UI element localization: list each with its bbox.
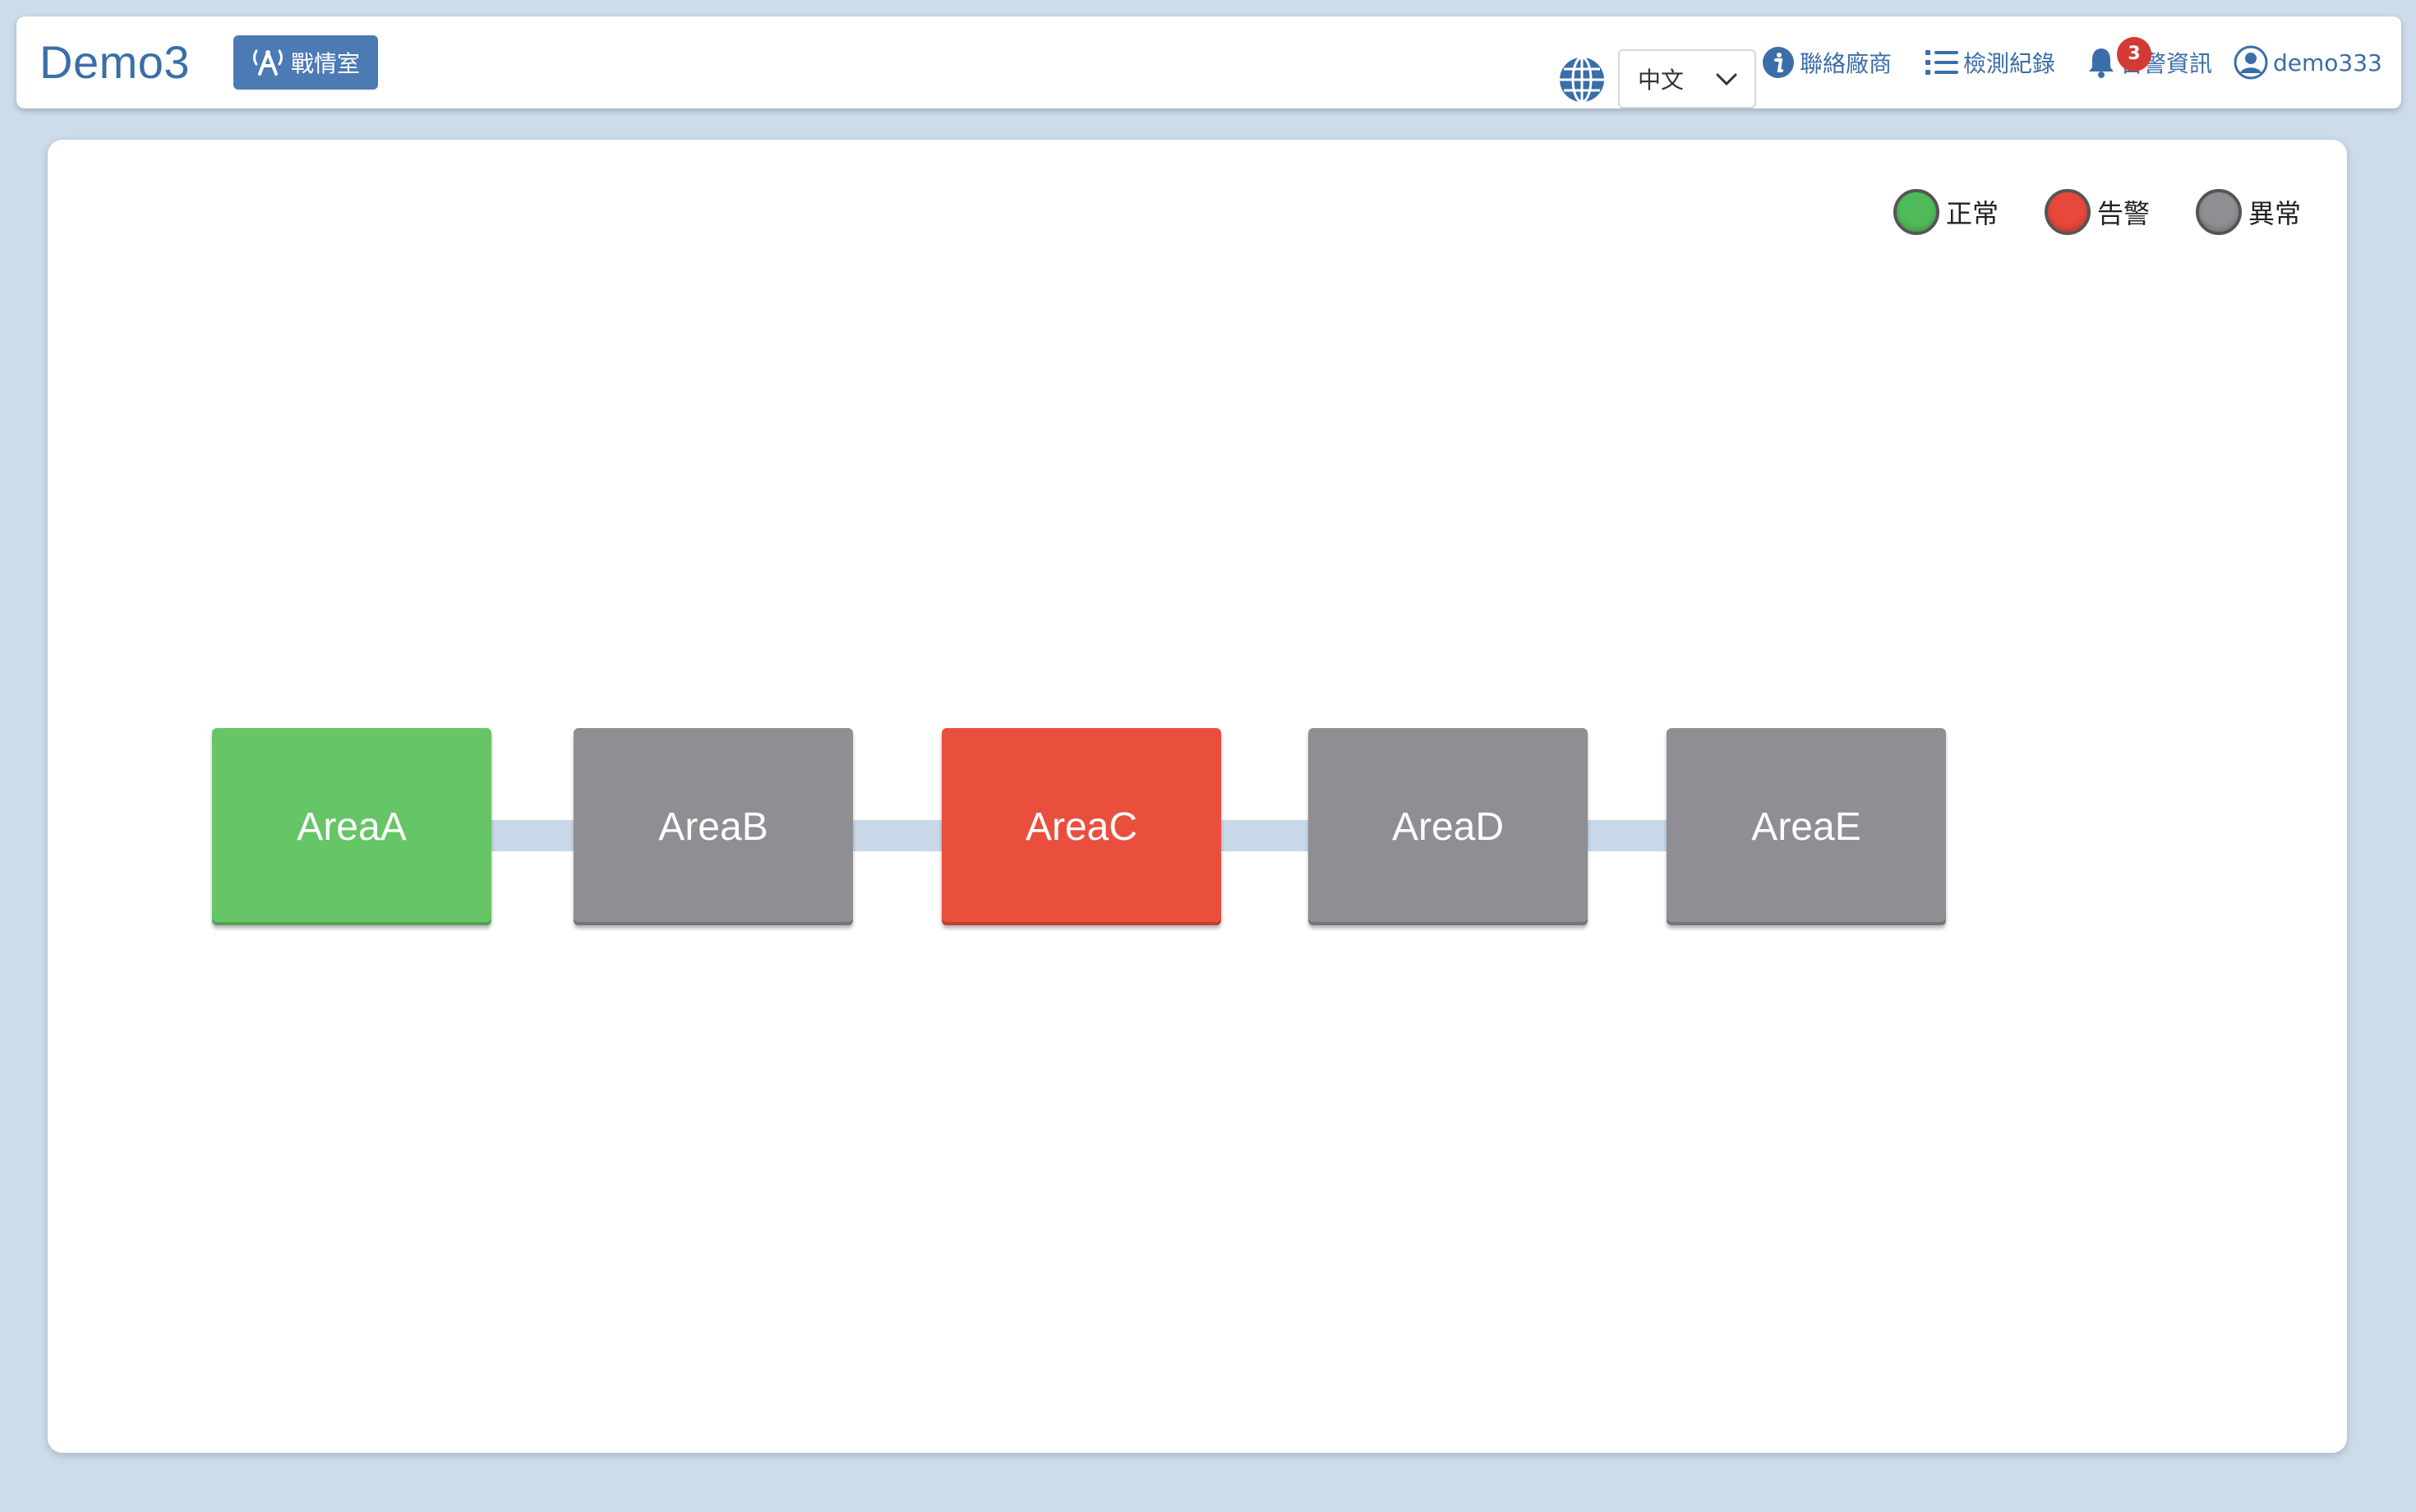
area-e-label: AreaE: [1751, 804, 1861, 849]
connector-c-d: [1220, 820, 1310, 851]
globe-icon: [1560, 56, 1604, 104]
legend-normal-dot: [1893, 189, 1939, 235]
user-menu[interactable]: demo333: [2234, 16, 2382, 108]
connector-a-b: [490, 820, 575, 851]
contact-vendor-label: 聯絡廠商: [1800, 50, 1893, 77]
info-icon: [1763, 47, 1794, 78]
legend-abnormal-dot: [2196, 189, 2242, 235]
username-label: demo333: [2273, 48, 2382, 76]
area-block-a[interactable]: AreaA: [212, 728, 491, 925]
war-room-label: 戰情室: [290, 50, 360, 77]
language-selected: 中文: [1638, 67, 1685, 94]
area-b-label: AreaB: [658, 804, 768, 849]
connector-b-c: [851, 820, 943, 851]
area-c-label: AreaC: [1025, 804, 1138, 849]
top-navbar: Demo3 戰情室 中文 聯絡廠商 檢測紀錄 告警資訊 3 demo333: [16, 16, 2401, 108]
area-a-label: AreaA: [297, 804, 407, 849]
alert-info-link[interactable]: 告警資訊: [2087, 16, 2212, 108]
chevron-down-icon: [1716, 73, 1737, 86]
user-circle-icon: [2234, 45, 2268, 80]
legend-normal: 正常: [1893, 189, 1999, 235]
area-d-label: AreaD: [1391, 804, 1505, 849]
legend-normal-label: 正常: [1946, 198, 1999, 229]
legend-alert-label: 告警: [2097, 198, 2151, 229]
war-room-button[interactable]: 戰情室: [233, 35, 378, 90]
connector-d-e: [1586, 820, 1670, 851]
area-block-b[interactable]: AreaB: [574, 728, 853, 925]
list-icon: [1925, 50, 1958, 75]
legend-alert-dot: [2045, 189, 2091, 235]
inspection-log-link[interactable]: 檢測紀錄: [1925, 16, 2055, 108]
broadcast-tower-icon: [252, 49, 283, 76]
legend-abnormal-label: 異常: [2248, 198, 2302, 229]
language-select[interactable]: 中文: [1618, 49, 1756, 108]
inspection-log-label: 檢測紀錄: [1963, 50, 2056, 77]
area-block-d[interactable]: AreaD: [1308, 728, 1588, 925]
area-block-e[interactable]: AreaE: [1667, 728, 1946, 925]
alert-count-badge: 3: [2117, 37, 2151, 71]
brand-title[interactable]: Demo3: [39, 16, 190, 108]
bell-icon: [2089, 48, 2114, 78]
area-block-c[interactable]: AreaC: [942, 728, 1221, 925]
contact-vendor-link[interactable]: 聯絡廠商: [1762, 16, 1892, 108]
legend-abnormal: 異常: [2196, 189, 2301, 235]
area-status-panel: 正常 告警 異常 AreaA AreaB AreaC AreaD AreaE: [48, 140, 2347, 1453]
legend-alert: 告警: [2045, 189, 2150, 235]
